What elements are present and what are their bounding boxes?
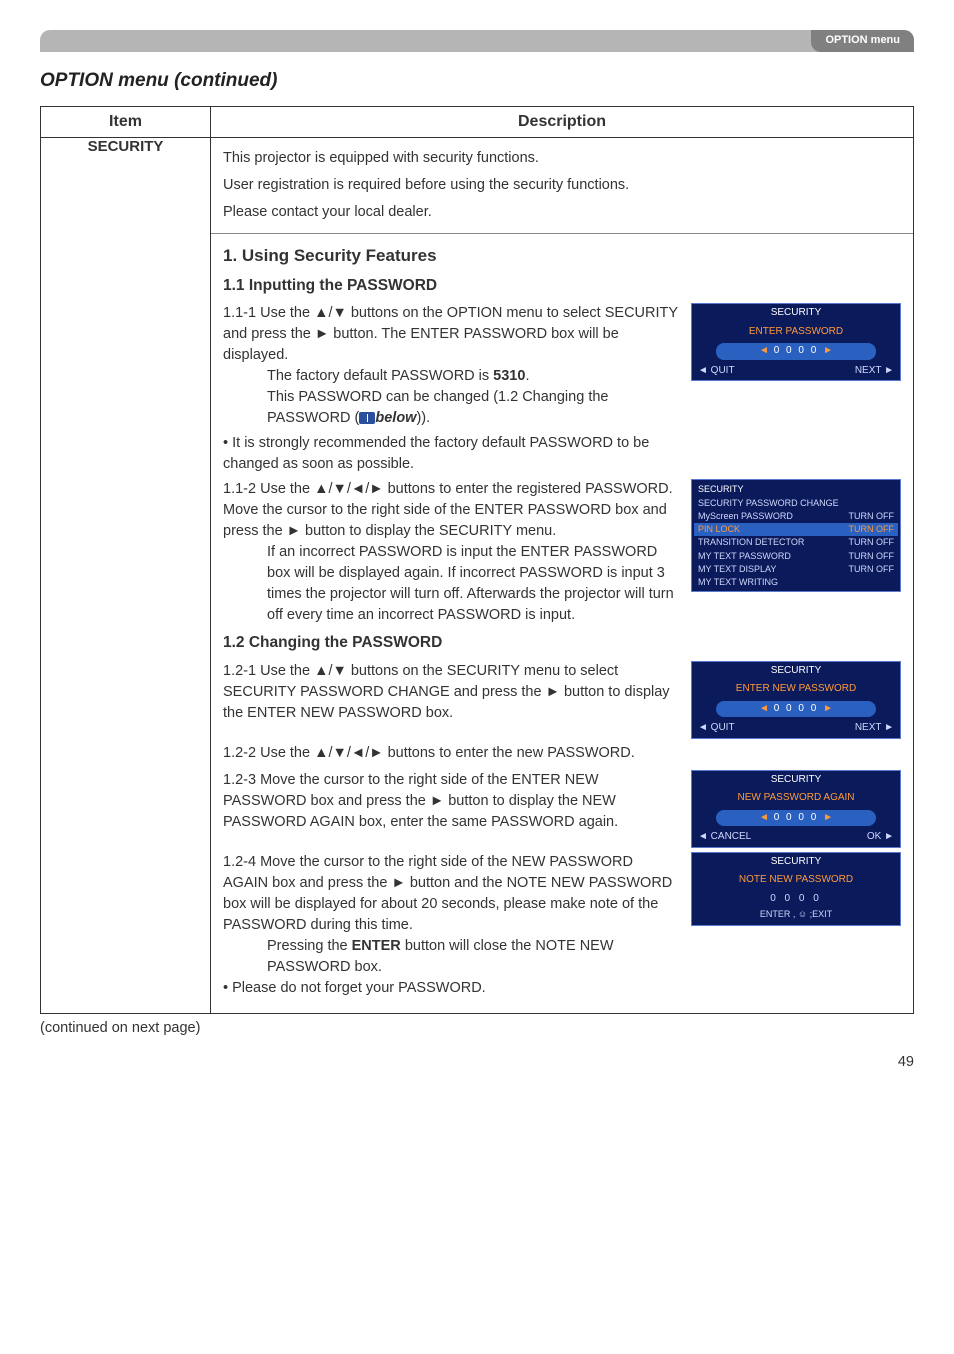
osd-title: SECURITY: [692, 662, 900, 681]
osd-next: NEXT ►: [855, 721, 894, 736]
page-number: 49: [40, 1054, 914, 1070]
osd-subtitle: NEW PASSWORD AGAIN: [692, 789, 900, 808]
step-text: Move the cursor to the right side of the…: [223, 772, 618, 830]
osd-new-password-again: SECURITY NEW PASSWORD AGAIN ◄ 0 0 0 0 ► …: [691, 770, 901, 848]
osd-password-box: ◄ 0 0 0 0 ►: [716, 701, 876, 718]
intro-l1: This projector is equipped with security…: [223, 148, 901, 169]
step-text: Use the ▲/▼ buttons on the OPTION menu t…: [223, 305, 678, 363]
item-cell-security: SECURITY: [41, 138, 211, 1014]
section-title: OPTION menu (continued): [40, 70, 914, 92]
step-num: 1.2-3: [223, 772, 256, 788]
step-1-2-4: 1.2-4 Move the cursor to the right side …: [223, 852, 901, 999]
step-text: Use the ▲/▼/◄/► buttons to enter the reg…: [223, 481, 673, 539]
osd-enter-new-password: SECURITY ENTER NEW PASSWORD ◄ 0 0 0 0 ► …: [691, 661, 901, 739]
osd-subtitle: ENTER PASSWORD: [692, 323, 900, 342]
heading-using-security: 1. Using Security Features: [223, 244, 901, 269]
book-icon: [359, 412, 375, 424]
step-text: This PASSWORD can be changed (1.2 Changi…: [267, 389, 608, 426]
step-text: Pressing the: [267, 938, 352, 954]
osd-password-box: ◄ 0 0 0 0 ►: [716, 810, 876, 827]
osd-password-box: ◄ 0 0 0 0 ►: [716, 343, 876, 360]
osd-code: 0 0 0 0: [692, 890, 900, 909]
step-1-1-2: 1.1-2 Use the ▲/▼/◄/► buttons to enter t…: [223, 479, 901, 626]
osd-menu-row: MY TEXT DISPLAYTURN OFF: [694, 563, 898, 576]
step-1-2-1: 1.2-1 Use the ▲/▼ buttons on the SECURIT…: [223, 661, 901, 739]
step-1-1-1: 1.1-1 Use the ▲/▼ buttons on the OPTION …: [223, 303, 901, 475]
enter-button-label: ENTER: [352, 938, 401, 954]
osd-ok: OK ►: [867, 830, 894, 845]
osd-menu-row: TRANSITION DETECTORTURN OFF: [694, 536, 898, 549]
osd-cancel: ◄ CANCEL: [698, 830, 751, 845]
osd-menu-row: SECURITY PASSWORD CHANGE: [694, 497, 898, 510]
step-1-2-2: 1.2-2 Use the ▲/▼/◄/► buttons to enter t…: [223, 743, 901, 764]
below-ref: below: [375, 410, 416, 426]
description-cell: This projector is equipped with security…: [211, 138, 914, 1014]
osd-title: SECURITY: [692, 771, 900, 790]
osd-menu-row: MY TEXT PASSWORDTURN OFF: [694, 550, 898, 563]
osd-exit: ENTER , ☺ ;EXIT: [692, 908, 900, 921]
page-header-bar: OPTION menu: [40, 30, 914, 52]
intro-l2: User registration is required before usi…: [223, 175, 901, 196]
osd-note-new-password: SECURITY NOTE NEW PASSWORD 0 0 0 0 ENTER…: [691, 852, 901, 927]
osd-menu-title: SECURITY: [694, 482, 898, 497]
step-bullet: • Please do not forget your PASSWORD.: [223, 978, 681, 999]
step-text: The factory default PASSWORD is: [267, 368, 493, 384]
step-1-2-3: 1.2-3 Move the cursor to the right side …: [223, 770, 901, 848]
osd-enter-password: SECURITY ENTER PASSWORD ◄ 0 0 0 0 ► ◄ QU…: [691, 303, 901, 381]
th-description: Description: [211, 107, 914, 138]
continued-note: (continued on next page): [40, 1020, 914, 1036]
step-num: 1.1-2: [223, 481, 256, 497]
step-num: 1.2-4: [223, 854, 256, 870]
osd-subtitle: NOTE NEW PASSWORD: [692, 871, 900, 890]
osd-title: SECURITY: [692, 304, 900, 323]
default-password: 5310: [493, 368, 525, 384]
intro-l3: Please contact your local dealer.: [223, 202, 901, 223]
osd-quit: ◄ QUIT: [698, 721, 735, 736]
heading-changing-password: 1.2 Changing the PASSWORD: [223, 632, 901, 654]
step-text: Use the ▲/▼/◄/► buttons to enter the new…: [260, 745, 635, 761]
osd-quit: ◄ QUIT: [698, 364, 735, 379]
step-text: If an incorrect PASSWORD is input the EN…: [223, 542, 681, 626]
header-tab: OPTION menu: [811, 30, 914, 52]
osd-next: NEXT ►: [855, 364, 894, 379]
step-text: Move the cursor to the right side of the…: [223, 854, 672, 933]
step-text: .: [525, 368, 529, 384]
option-table: Item Description SECURITY This projector…: [40, 106, 914, 1014]
osd-subtitle: ENTER NEW PASSWORD: [692, 680, 900, 699]
step-text: Use the ▲/▼ buttons on the SECURITY menu…: [223, 663, 670, 721]
osd-menu-row: MyScreen PASSWORDTURN OFF: [694, 510, 898, 523]
step-num: 1.2-2: [223, 745, 256, 761]
step-num: 1.2-1: [223, 663, 256, 679]
step-num: 1.1-1: [223, 305, 256, 321]
osd-menu-row: MY TEXT WRITING: [694, 576, 898, 589]
step-bullet: • It is strongly recommended the factory…: [223, 433, 681, 475]
heading-inputting-password: 1.1 Inputting the PASSWORD: [223, 275, 901, 297]
osd-title: SECURITY: [692, 853, 900, 872]
divider: [211, 233, 913, 234]
osd-security-menu: SECURITY SECURITY PASSWORD CHANGEMyScree…: [691, 479, 901, 591]
step-text: )).: [416, 410, 430, 426]
osd-menu-row: PIN LOCKTURN OFF: [694, 523, 898, 536]
th-item: Item: [41, 107, 211, 138]
